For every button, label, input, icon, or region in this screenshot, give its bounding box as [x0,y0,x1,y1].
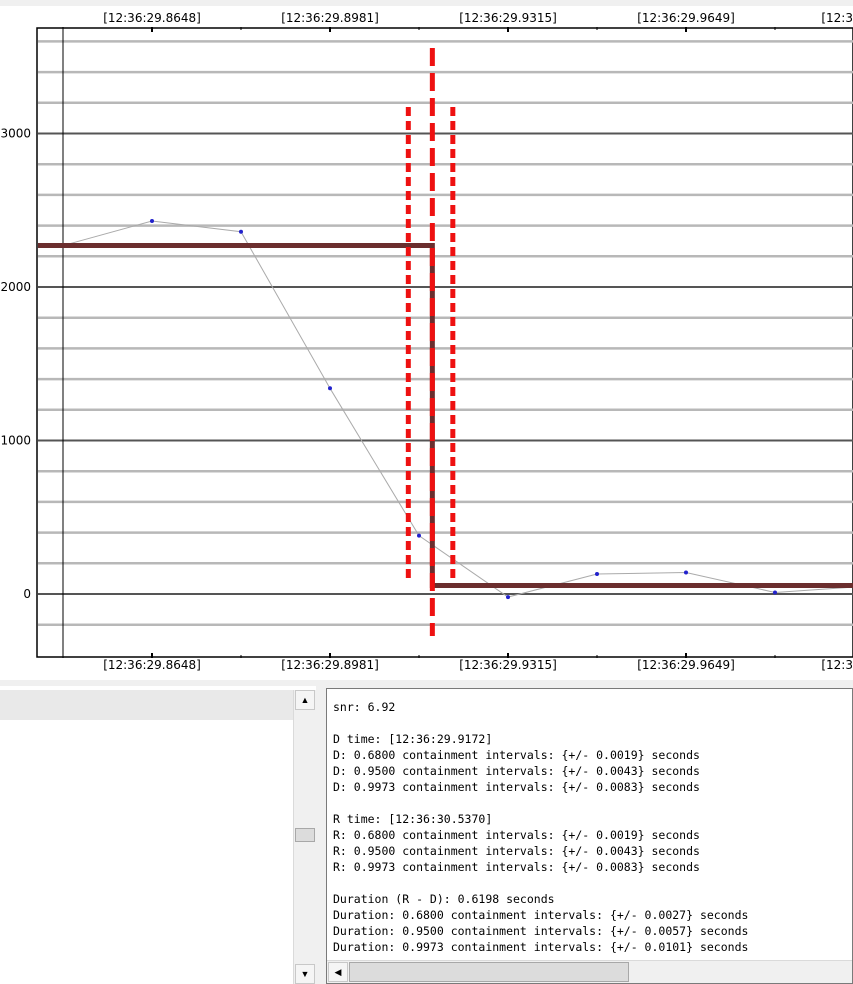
info-line: R: 0.6800 containment intervals: {+/- 0.… [333,828,700,842]
x-tick-label-bottom: [12:36:29.8981] [281,658,379,672]
vertical-scrollbar[interactable]: ▲ ▼ [293,690,316,984]
info-line: R: 0.9500 containment intervals: {+/- 0.… [333,844,700,858]
horizontal-scrollbar[interactable]: ◀ [327,960,852,983]
scroll-left-icon[interactable]: ◀ [328,962,348,982]
data-point [328,386,332,391]
data-point [417,533,421,538]
data-point [684,570,688,575]
x-tick-label-top: [12:36:29.8648] [103,11,201,25]
x-tick-label-top: [12:36:29.998 [821,11,853,25]
scroll-thumb[interactable] [295,828,315,842]
y-tick-label: 2000 [0,280,31,294]
info-line: D time: [12:36:29.9172] [333,732,493,746]
hscroll-thumb[interactable] [349,962,629,982]
data-point [506,595,510,600]
info-line: snr: 6.92 [333,700,396,714]
x-tick-label-top: [12:36:29.8981] [281,11,379,25]
x-tick-label-bottom: [12:36:29.9315] [459,658,557,672]
results-text-panel[interactable]: snr: 6.92 D time: [12:36:29.9172] D: 0.680… [326,688,853,984]
lightcurve-chart: 3000 2000 1000 0 [12:36:29.8648] [12:36:29.86… [0,0,853,680]
x-tick-label-bottom: [12:36:29.998 [821,658,853,672]
info-line: R time: [12:36:30.5370] [333,812,493,826]
scroll-down-icon[interactable]: ▼ [295,964,315,984]
info-line: Duration: 0.9973 containment intervals: … [333,940,749,954]
x-tick-label-top: [12:36:29.9315] [459,11,557,25]
data-point [239,229,243,234]
info-line: D: 0.9973 containment intervals: {+/- 0.… [333,780,700,794]
info-line: Duration: 0.9500 containment intervals: … [333,924,749,938]
x-tick-label-top: [12:36:29.9649] [637,11,735,25]
data-point [773,590,777,595]
info-line: D: 0.6800 containment intervals: {+/- 0.… [333,748,700,762]
info-line: Duration: 0.6800 containment intervals: … [333,908,749,922]
data-point [150,218,154,223]
left-list-panel[interactable]: ▲ ▼ [0,686,316,984]
y-tick-label: 0 [23,587,31,601]
y-tick-label: 3000 [0,127,31,141]
info-line: Duration (R - D): 0.6198 seconds [333,892,555,906]
scroll-up-icon[interactable]: ▲ [295,690,315,710]
x-tick-label-bottom: [12:36:29.9649] [637,658,735,672]
info-line: D: 0.9500 containment intervals: {+/- 0.… [333,764,700,778]
y-tick-label: 1000 [0,434,31,448]
data-point [595,572,599,577]
x-tick-label-bottom: [12:36:29.8648] [103,658,201,672]
list-selected-row[interactable] [0,690,293,720]
info-line: R: 0.9973 containment intervals: {+/- 0.… [333,860,700,874]
